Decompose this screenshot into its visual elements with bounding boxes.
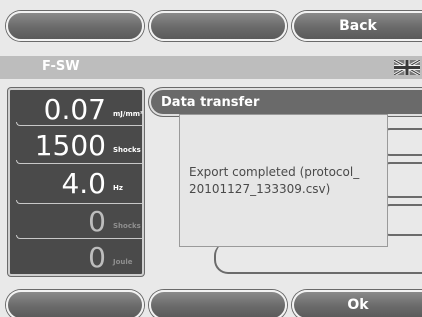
- back-button[interactable]: Back: [292, 11, 422, 41]
- uk-flag-icon[interactable]: [393, 58, 421, 77]
- energy-row[interactable]: 0.07 mJ/mm²: [10, 90, 144, 126]
- frequency-unit: Hz: [113, 184, 123, 192]
- shock-counter-row: 0 Shocks: [10, 202, 142, 238]
- energy-counter-value: 0: [88, 241, 106, 274]
- energy-value: 0.07: [43, 93, 106, 126]
- export-dialog: Export completed (protocol_ 20101127_133…: [179, 114, 388, 247]
- energy-counter-unit: Joule: [113, 258, 133, 266]
- energy-counter-row: 0 Joule: [10, 238, 142, 274]
- bottom-softkey-2[interactable]: [149, 290, 287, 317]
- shock-counter-unit: Shocks: [113, 222, 141, 230]
- dialog-message: Export completed (protocol_ 20101127_133…: [189, 165, 360, 196]
- page-title: F-SW: [42, 59, 80, 74]
- ok-button[interactable]: Ok: [292, 290, 422, 317]
- shocks-row[interactable]: 1500 Shocks: [10, 126, 142, 162]
- parameter-panel: 0.07 mJ/mm² 1500 Shocks 4.0 Hz 0 Shocks …: [8, 88, 144, 276]
- frequency-value: 4.0: [61, 167, 106, 200]
- top-softkey-1[interactable]: [6, 11, 144, 41]
- bottom-softkey-1[interactable]: [6, 290, 144, 317]
- tab-data-transfer[interactable]: Data transfer: [149, 88, 422, 116]
- frequency-row[interactable]: 4.0 Hz: [10, 164, 142, 200]
- shocks-value: 1500: [34, 129, 106, 162]
- shocks-unit: Shocks: [113, 146, 141, 154]
- shock-counter-value: 0: [88, 205, 106, 238]
- energy-unit: mJ/mm²: [113, 110, 144, 118]
- header-bar: F-SW: [0, 56, 422, 79]
- top-softkey-2[interactable]: [149, 11, 287, 41]
- tab-label: Data transfer: [161, 95, 260, 110]
